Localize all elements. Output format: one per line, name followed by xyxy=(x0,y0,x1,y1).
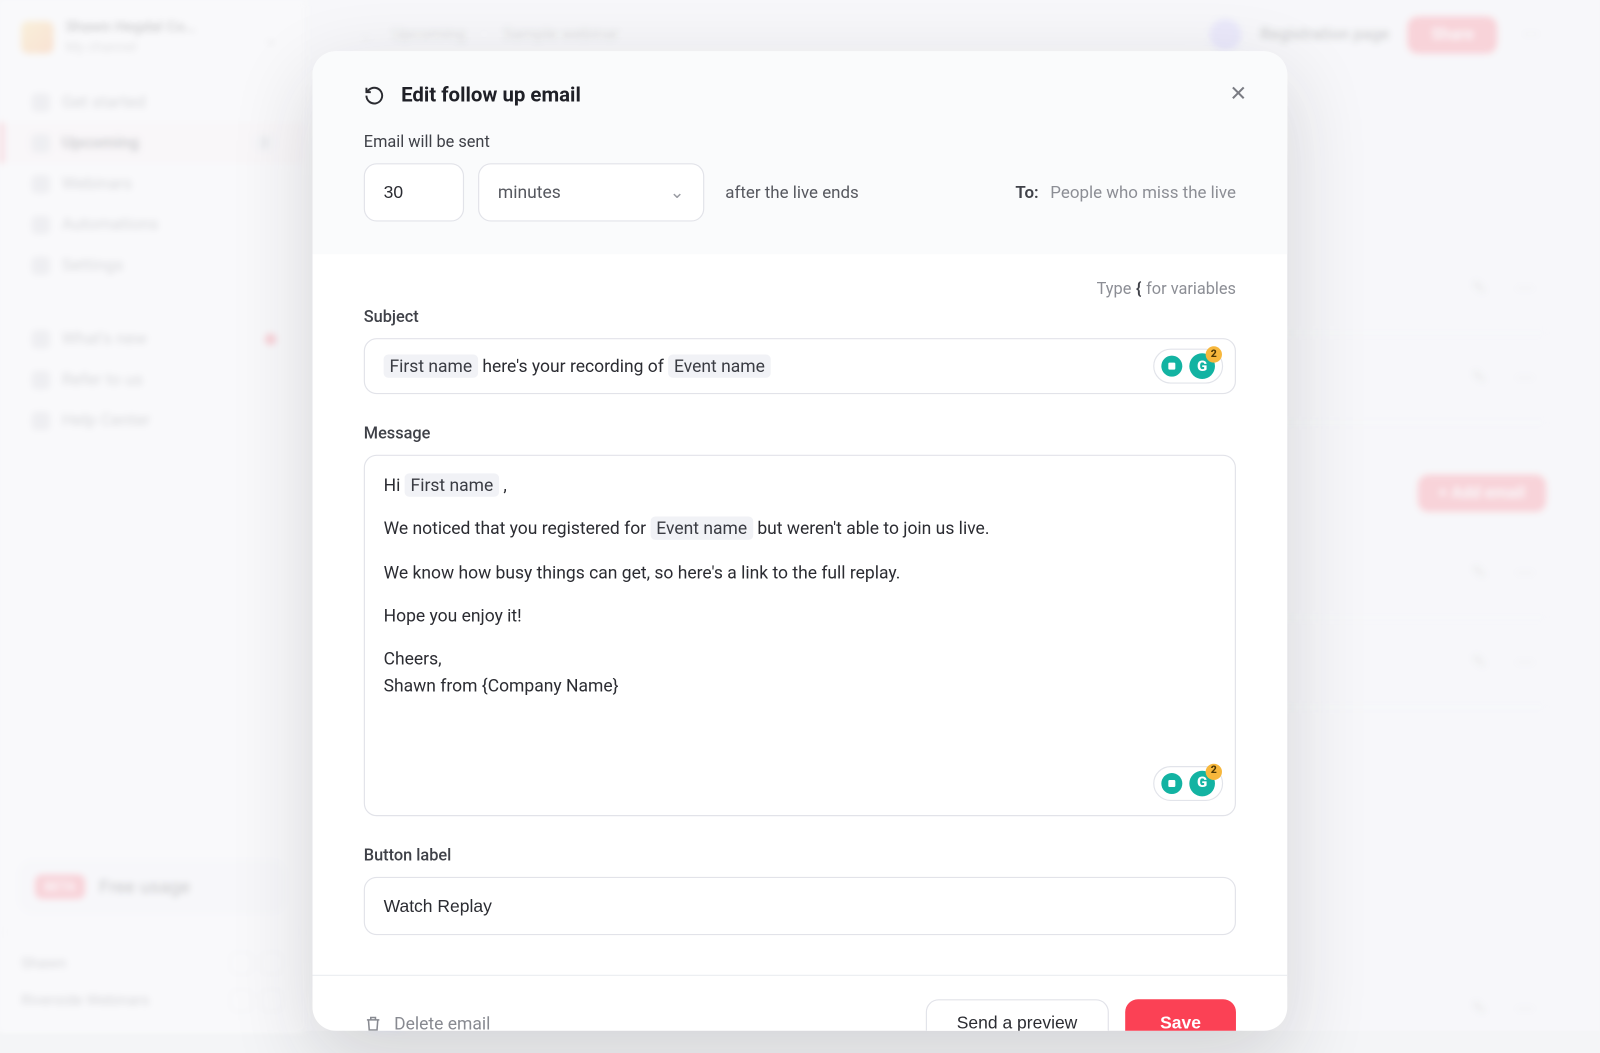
var-token-first-name[interactable]: First name xyxy=(405,473,499,496)
msg-text: We noticed that you registered for xyxy=(384,518,651,539)
msg-text: , xyxy=(499,475,507,496)
modal-body: Type { for variables Subject First name … xyxy=(312,254,1287,975)
msg-text: We know how busy things can get, so here… xyxy=(384,559,1217,586)
grammarly-icon: G xyxy=(1189,771,1215,797)
close-icon[interactable]: ✕ xyxy=(1222,77,1255,110)
hint-brace: { xyxy=(1136,280,1141,299)
modal-footer: Delete email Send a preview Save xyxy=(312,975,1287,1031)
modal-header: ✕ Edit follow up email Email will be sen… xyxy=(312,51,1287,254)
time-unit-value: minutes xyxy=(498,182,561,203)
schedule-row: minutes ⌄ after the live ends To: People… xyxy=(364,163,1236,221)
grammarly-badge[interactable]: G xyxy=(1153,766,1223,801)
message-label: Message xyxy=(364,424,1236,443)
subject-text: here's your recording of xyxy=(478,356,668,377)
hint-post: for variables xyxy=(1146,280,1236,299)
after-text: after the live ends xyxy=(725,182,859,202)
modal-overlay[interactable]: ✕ Edit follow up email Email will be sen… xyxy=(0,0,1600,1031)
delete-email-button[interactable]: Delete email xyxy=(364,1013,491,1031)
variables-hint: Type { for variables xyxy=(364,280,1236,299)
grammarly-badge[interactable]: G xyxy=(1153,349,1223,384)
recipients-block: To: People who miss the live xyxy=(1015,182,1236,202)
message-input[interactable]: Hi First name , We noticed that you regi… xyxy=(364,455,1236,816)
msg-text: but weren't able to join us live. xyxy=(753,518,989,539)
msg-text: Shawn from {Company Name} xyxy=(384,675,619,696)
sent-label: Email will be sent xyxy=(364,133,1236,152)
var-token-first-name[interactable]: First name xyxy=(384,354,478,377)
edit-followup-email-modal: ✕ Edit follow up email Email will be sen… xyxy=(312,51,1287,1030)
button-label-input[interactable] xyxy=(364,877,1236,935)
lightbulb-icon xyxy=(1161,773,1182,794)
var-token-event-name[interactable]: Event name xyxy=(650,517,753,540)
subject-label: Subject xyxy=(364,308,1236,327)
to-value: People who miss the live xyxy=(1050,182,1236,202)
chevron-down-icon: ⌄ xyxy=(670,182,685,203)
time-unit-select[interactable]: minutes ⌄ xyxy=(478,163,704,221)
subject-input[interactable]: First name here's your recording of Even… xyxy=(364,338,1236,394)
msg-text: Hi xyxy=(384,475,405,496)
trash-icon xyxy=(364,1014,383,1031)
msg-text: Cheers, xyxy=(384,648,442,669)
modal-title: Edit follow up email xyxy=(401,84,581,107)
button-label-label: Button label xyxy=(364,847,1236,866)
grammarly-icon: G xyxy=(1189,353,1215,379)
msg-text: Hope you enjoy it! xyxy=(384,603,1217,630)
send-preview-button[interactable]: Send a preview xyxy=(925,999,1109,1030)
save-button[interactable]: Save xyxy=(1125,999,1236,1030)
time-value-input[interactable] xyxy=(364,163,464,221)
delete-email-label: Delete email xyxy=(394,1013,490,1031)
hint-pre: Type xyxy=(1097,280,1132,299)
lightbulb-icon xyxy=(1161,356,1182,377)
var-token-event-name[interactable]: Event name xyxy=(668,354,771,377)
to-label: To: xyxy=(1015,182,1038,202)
undo-icon[interactable] xyxy=(364,85,385,106)
